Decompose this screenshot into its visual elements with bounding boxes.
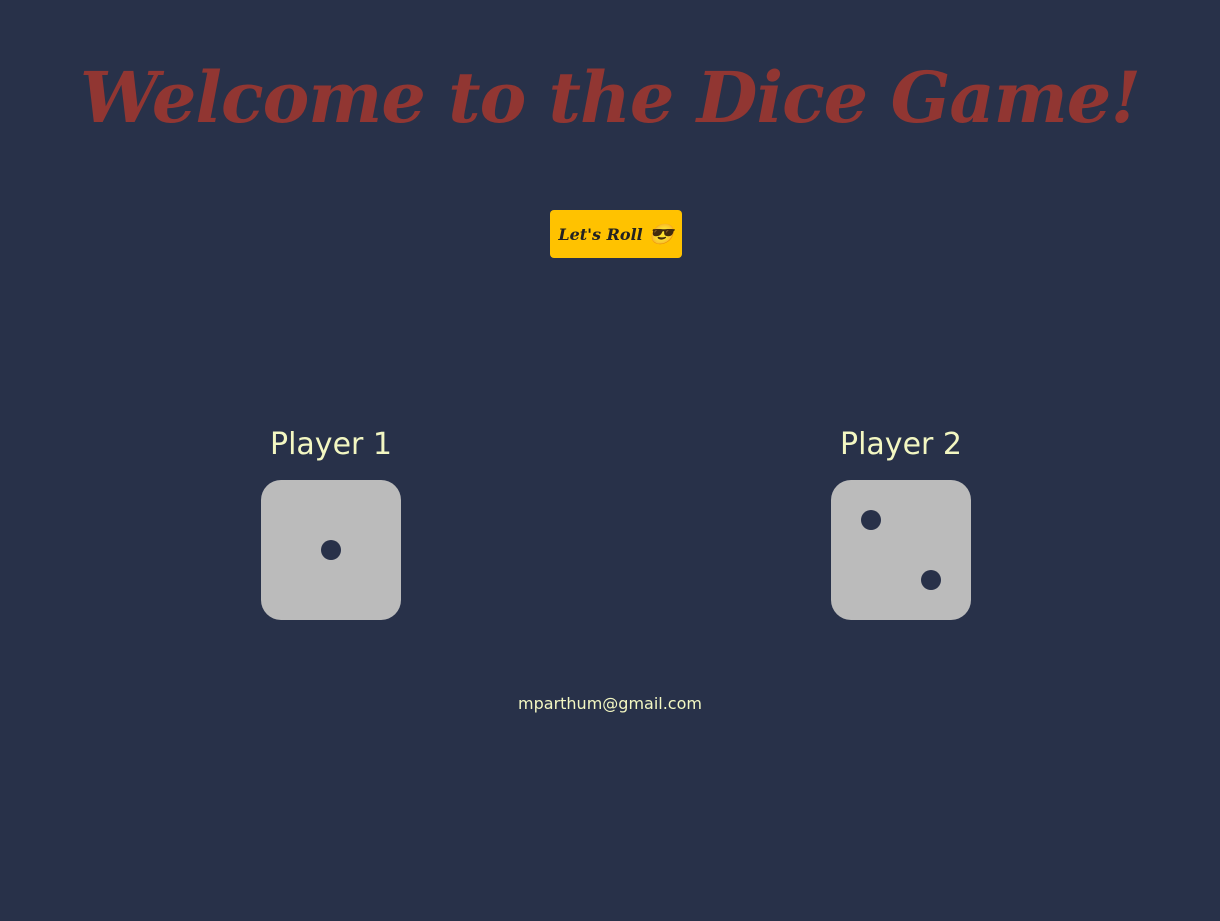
sunglasses-emoji-icon: 😎 [648,222,674,246]
player-1-die-icon [261,480,401,620]
player-2-name: Player 2 [840,427,962,462]
roll-button[interactable]: Let's Roll 😎 [550,210,682,258]
player-2-die-icon [831,480,971,620]
page-title: Welcome to the Dice Game! [79,56,1141,139]
footer-email: mparthum@gmail.com [518,694,702,713]
die-pip [861,510,881,530]
roll-button-label: Let's Roll [558,224,643,244]
player-2-panel: Player 2 [781,422,1021,620]
die-pip [321,540,341,560]
player-1-panel: Player 1 [211,422,451,620]
die-pip [921,570,941,590]
player-1-name: Player 1 [270,427,392,462]
